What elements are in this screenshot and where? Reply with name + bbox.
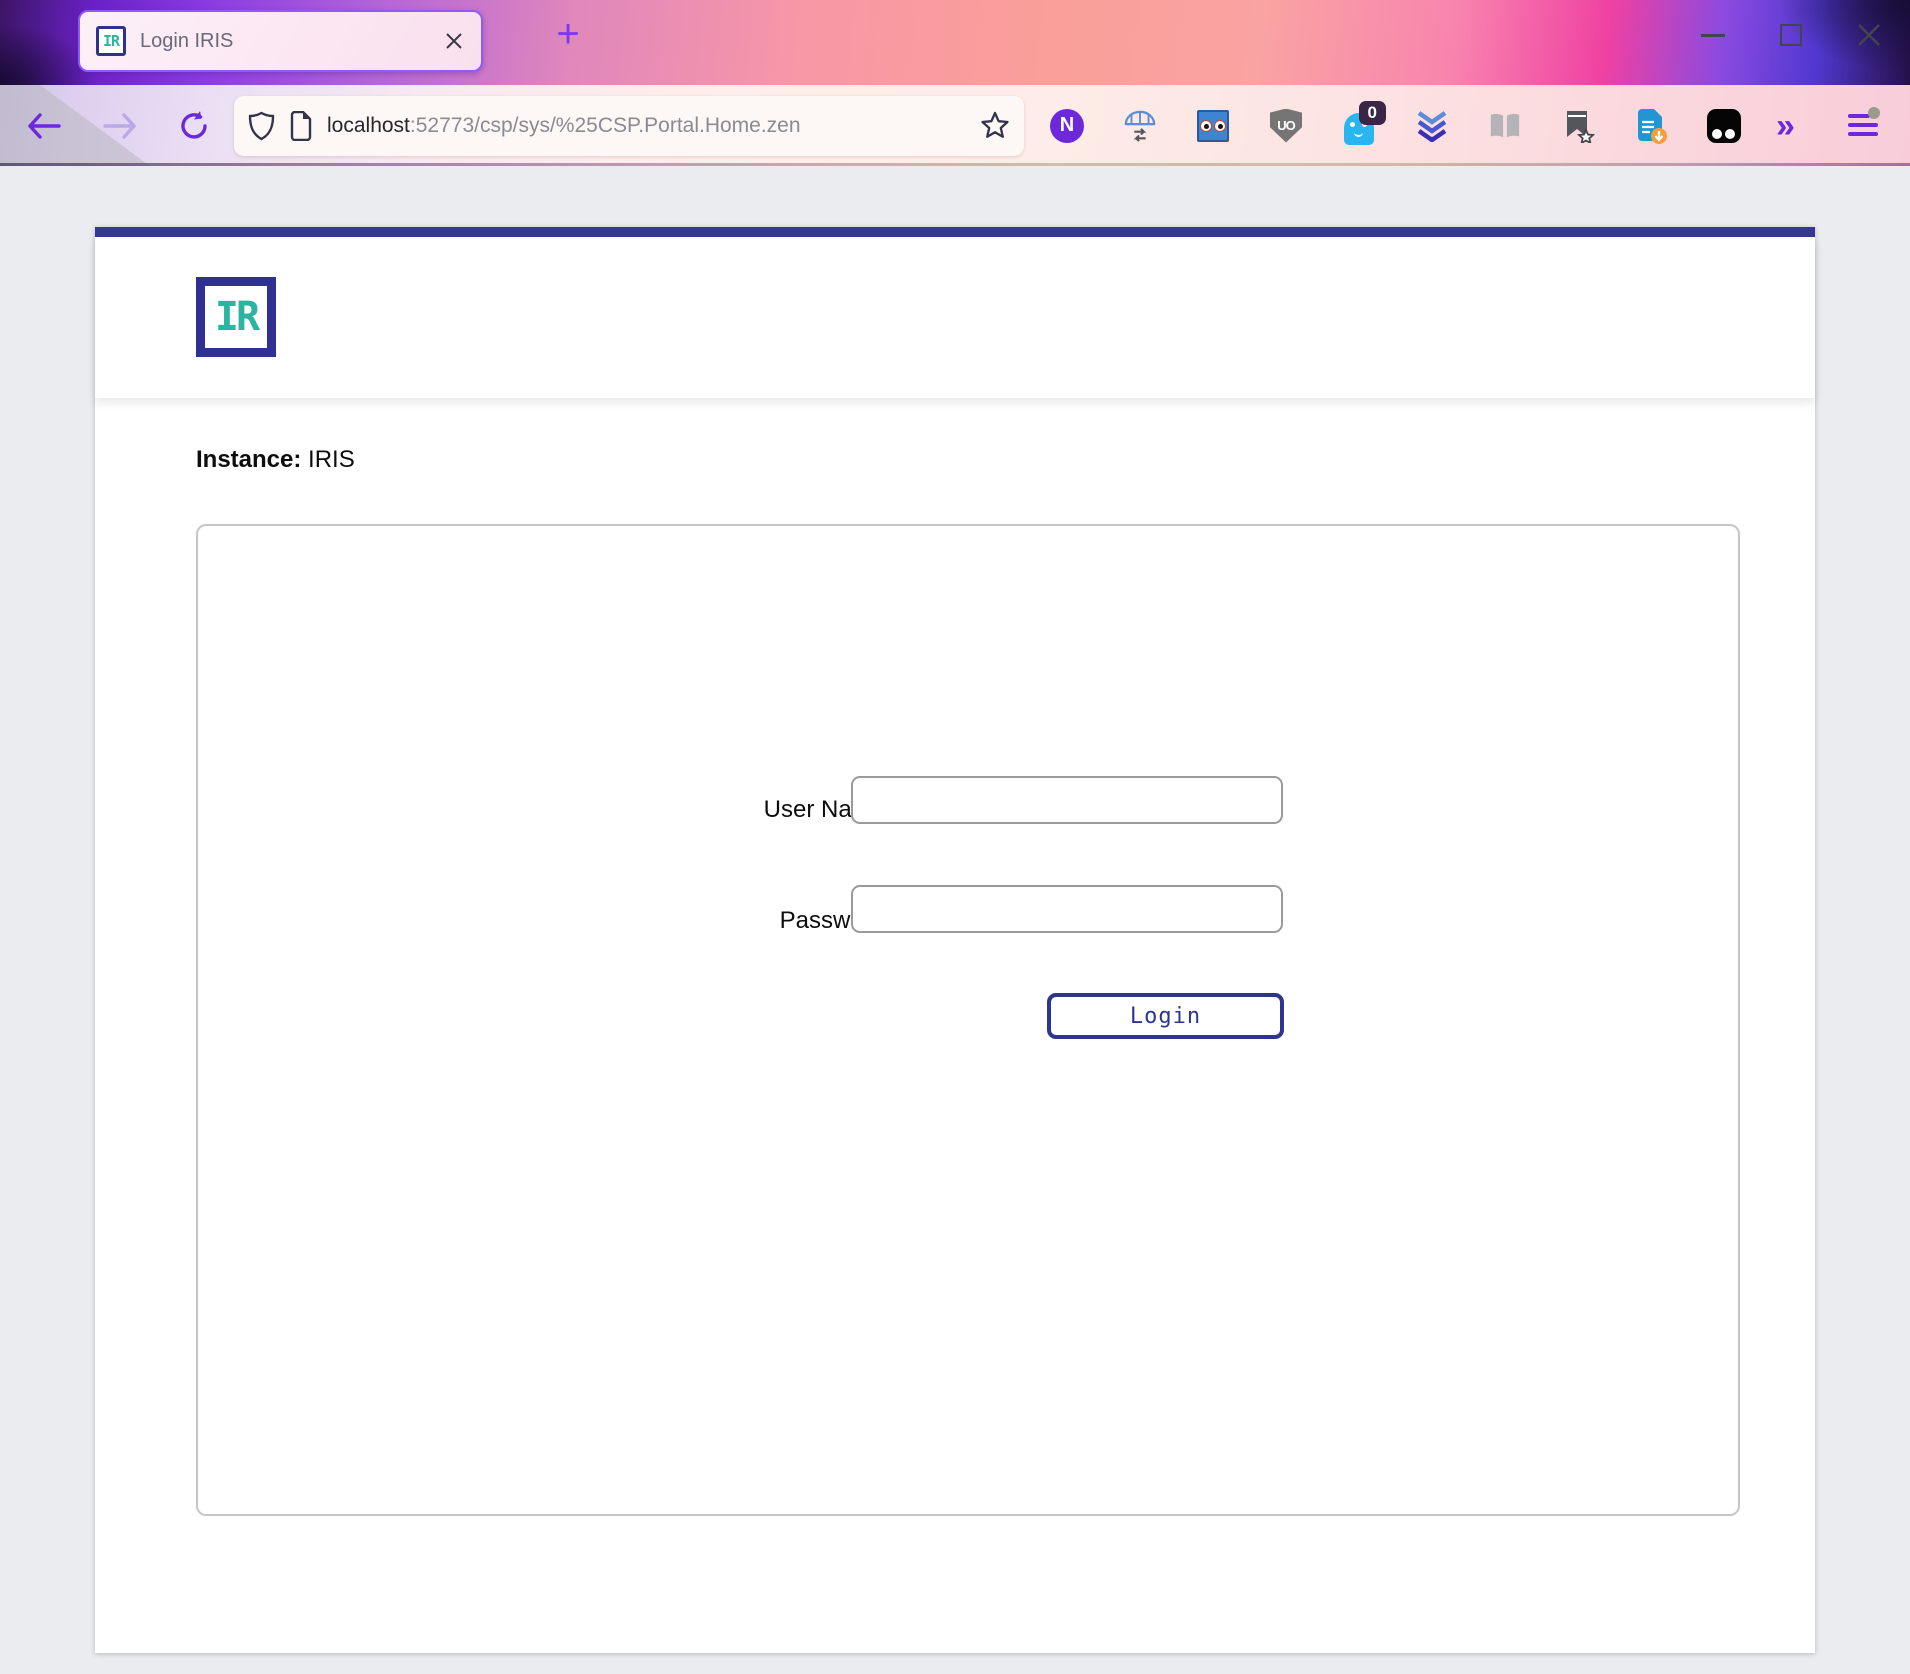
shield-icon[interactable] <box>248 111 275 141</box>
maximize-button[interactable] <box>1778 22 1804 48</box>
browser-tab-bar: IR Login IRIS + <box>0 0 1910 85</box>
umbrella-proxy-extension-icon[interactable] <box>1123 109 1157 143</box>
purple-n-extension-icon[interactable]: N <box>1050 109 1084 143</box>
content-card: IR Instance: IRIS User Name Password Log… <box>95 227 1815 1653</box>
tab-close-icon[interactable] <box>443 30 465 52</box>
password-label: Password <box>495 907 885 935</box>
ghostery-extension-icon[interactable]: 0 <box>1342 109 1376 143</box>
page-header: IR <box>95 237 1815 398</box>
tab-favicon-text: IR <box>103 32 119 50</box>
top-navy-bar <box>95 227 1815 237</box>
instance-line: Instance: IRIS <box>196 446 355 474</box>
window-controls <box>1700 22 1882 48</box>
ublock-origin-extension-icon[interactable]: UO <box>1269 109 1303 143</box>
extension-icons-row: N UO 0 <box>1050 85 1741 166</box>
page-background: IR Instance: IRIS User Name Password Log… <box>0 166 1910 1674</box>
googly-eyes-extension-icon[interactable] <box>1196 109 1230 143</box>
instance-label: Instance: <box>196 446 301 473</box>
browser-toolbar: localhost:52773/csp/sys/%25CSP.Portal.Ho… <box>0 85 1910 166</box>
chevrons-extension-icon[interactable] <box>1415 109 1449 143</box>
ghostery-badge: 0 <box>1359 101 1386 125</box>
browser-tab[interactable]: IR Login IRIS <box>78 10 483 72</box>
page-info-icon[interactable] <box>289 111 313 141</box>
tab-favicon-ir-icon: IR <box>96 26 126 56</box>
n-extension-label: N <box>1060 114 1074 137</box>
dark-robot-extension-icon[interactable] <box>1707 109 1741 143</box>
password-input[interactable] <box>851 885 1283 933</box>
forward-button[interactable] <box>102 111 138 141</box>
iris-logo: IR <box>196 277 276 357</box>
username-input[interactable] <box>851 776 1283 824</box>
url-host: localhost <box>327 114 410 137</box>
login-panel <box>196 524 1740 1516</box>
book-reader-extension-icon[interactable] <box>1488 109 1522 143</box>
menu-notification-dot <box>1868 107 1880 119</box>
overflow-chevron-icon[interactable]: » <box>1776 109 1795 143</box>
url-path: :52773/csp/sys/%25CSP.Portal.Home.zen <box>410 114 801 137</box>
reload-button[interactable] <box>178 110 210 142</box>
minimize-button[interactable] <box>1700 22 1726 48</box>
login-button[interactable]: Login <box>1047 993 1284 1039</box>
tab-title: Login IRIS <box>140 30 429 53</box>
close-window-button[interactable] <box>1856 22 1882 48</box>
hamburger-menu-icon[interactable] <box>1848 113 1878 137</box>
bookmark-flag-extension-icon[interactable] <box>1561 109 1595 143</box>
new-tab-button[interactable]: + <box>546 14 590 58</box>
url-bar[interactable]: localhost:52773/csp/sys/%25CSP.Portal.Ho… <box>234 96 1024 156</box>
iris-logo-text: IR <box>215 294 257 340</box>
back-button[interactable] <box>26 111 62 141</box>
url-text[interactable]: localhost:52773/csp/sys/%25CSP.Portal.Ho… <box>327 114 966 138</box>
username-label: User Name <box>495 796 885 824</box>
bookmark-star-icon[interactable] <box>980 111 1010 141</box>
ublock-label: UO <box>1277 118 1295 133</box>
document-download-extension-icon[interactable] <box>1634 109 1668 143</box>
instance-value: IRIS <box>301 446 354 473</box>
